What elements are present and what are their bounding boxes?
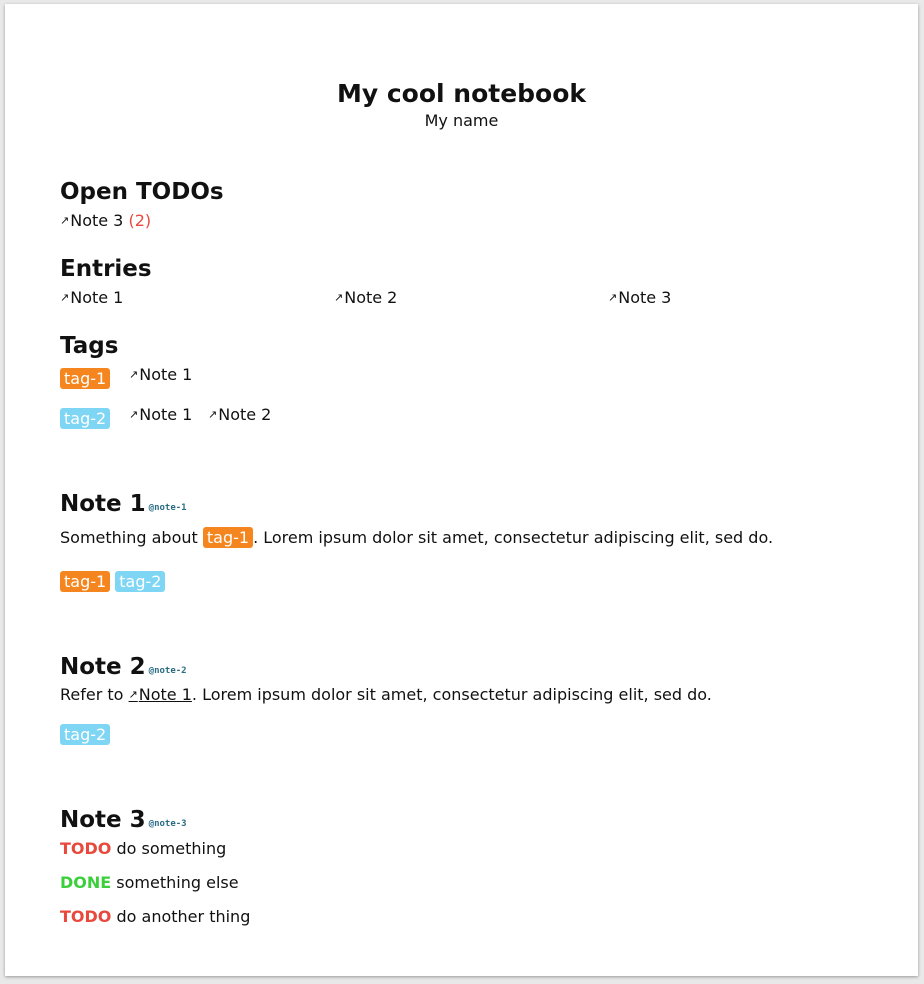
open-todos-heading: Open TODOs	[60, 179, 224, 205]
note-2-tags: tag-2	[60, 724, 111, 745]
tag-1-note-link-note-1[interactable]: ↗Note 1	[129, 365, 192, 387]
tag-1-badge[interactable]: tag-1	[60, 368, 111, 389]
note-1-tags: tag-1 tag-2	[60, 571, 166, 592]
link-arrow-icon: ↗	[608, 291, 618, 304]
link-arrow-icon: ↗	[334, 291, 344, 304]
link-arrow-icon: ↗	[129, 408, 139, 421]
tag-2-badge[interactable]: tag-2	[60, 724, 111, 745]
tag-2-note-link-note-1[interactable]: ↗Note 1	[129, 405, 192, 427]
note-2-title: Note 2 @note-2	[60, 654, 187, 680]
task-item: DONE something else	[60, 873, 239, 892]
note-1-reference-link[interactable]: ↗Note 1	[129, 685, 192, 704]
note-2-id: @note-2	[148, 666, 187, 676]
link-arrow-icon: ↗	[129, 368, 139, 381]
entries-heading: Entries	[60, 256, 152, 282]
tags-heading: Tags	[60, 333, 119, 359]
done-status: DONE	[60, 873, 112, 892]
link-arrow-icon: ↗	[208, 408, 218, 421]
open-todo-link[interactable]: ↗Note 3 (2)	[60, 211, 151, 233]
entry-link-note-1[interactable]: ↗Note 1	[60, 288, 123, 310]
tag-2-note-link-note-2[interactable]: ↗Note 2	[208, 405, 271, 427]
link-arrow-icon: ↗	[60, 291, 70, 304]
document-page: My cool notebook My name Open TODOs ↗Not…	[5, 4, 918, 976]
entry-link-note-3[interactable]: ↗Note 3	[608, 288, 671, 310]
note-3-id: @note-3	[148, 819, 187, 829]
inline-tag-1-badge[interactable]: tag-1	[202, 527, 254, 548]
note-2-body: Refer to ↗Note 1. Lorem ipsum dolor sit …	[60, 685, 712, 704]
note-1-id: @note-1	[148, 503, 187, 513]
tag-2-badge[interactable]: tag-2	[60, 408, 111, 429]
task-item: TODO do something	[60, 839, 227, 858]
tag-index-row-tag-2: tag-2	[60, 408, 111, 429]
author-name: My name	[424, 111, 499, 130]
note-3-title: Note 3 @note-3	[60, 807, 187, 833]
link-arrow-icon: ↗	[60, 214, 70, 227]
note-1-title: Note 1 @note-1	[60, 491, 187, 517]
link-arrow-icon: ↗	[128, 688, 138, 701]
task-item: TODO do another thing	[60, 907, 251, 926]
note-1-body: Something about tag-1. Lorem ipsum dolor…	[60, 527, 774, 548]
tag-1-badge[interactable]: tag-1	[60, 571, 111, 592]
todo-count-badge: (2)	[128, 211, 152, 230]
todo-status: TODO	[60, 839, 112, 858]
tag-index-row-tag-1: tag-1	[60, 368, 111, 389]
entry-link-note-2[interactable]: ↗Note 2	[334, 288, 397, 310]
tag-2-badge[interactable]: tag-2	[115, 571, 166, 592]
todo-status: TODO	[60, 907, 112, 926]
page-title: My cool notebook	[336, 79, 587, 108]
